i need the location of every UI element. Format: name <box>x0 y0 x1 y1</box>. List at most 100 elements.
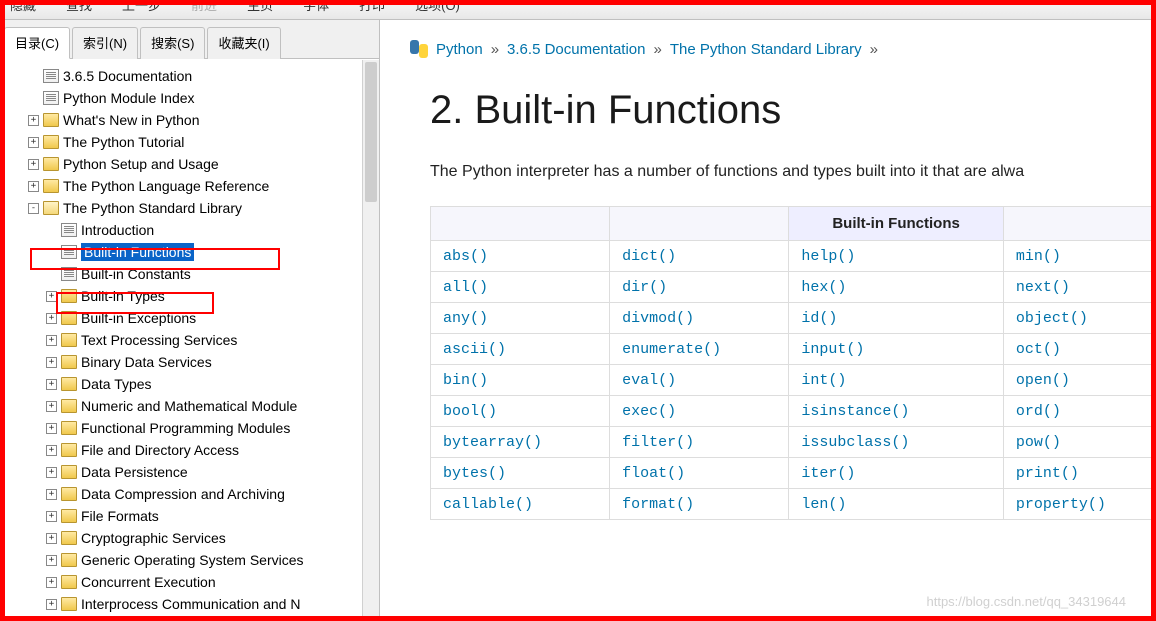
toolbar-item[interactable]: 主页 <box>247 0 273 12</box>
function-link[interactable]: ascii() <box>443 341 506 358</box>
tree-node[interactable]: Built-in Constants <box>2 263 377 285</box>
breadcrumb-stdlib[interactable]: The Python Standard Library <box>670 41 862 58</box>
function-link[interactable]: next() <box>1016 279 1070 296</box>
function-link[interactable]: bytes() <box>443 465 506 482</box>
function-link[interactable]: print() <box>1016 465 1079 482</box>
tree-node[interactable]: Built-in Functions <box>2 241 377 263</box>
tree-node[interactable]: +File and Directory Access <box>2 439 377 461</box>
expand-icon[interactable]: + <box>46 467 57 478</box>
function-link[interactable]: id() <box>801 310 837 327</box>
tree-node[interactable]: 3.6.5 Documentation <box>2 65 377 87</box>
toolbar-item[interactable]: 选项(O) <box>415 0 460 12</box>
function-link[interactable]: any() <box>443 310 488 327</box>
scrollbar-thumb[interactable] <box>365 62 377 202</box>
function-link[interactable]: dict() <box>622 248 676 265</box>
tree-node[interactable]: +Text Processing Services <box>2 329 377 351</box>
sidebar-tab[interactable]: 索引(N) <box>72 27 138 59</box>
scrollbar[interactable] <box>362 60 379 621</box>
function-link[interactable]: ord() <box>1016 403 1061 420</box>
expand-icon[interactable]: + <box>46 445 57 456</box>
function-link[interactable]: input() <box>801 341 864 358</box>
expand-icon[interactable]: + <box>46 357 57 368</box>
function-link[interactable]: dir() <box>622 279 667 296</box>
tree-node[interactable]: +Generic Operating System Services <box>2 549 377 571</box>
function-link[interactable]: all() <box>443 279 488 296</box>
toolbar-item[interactable]: 前进 <box>191 0 217 12</box>
breadcrumb-docs[interactable]: 3.6.5 Documentation <box>507 41 645 58</box>
expand-icon[interactable]: + <box>46 489 57 500</box>
function-link[interactable]: eval() <box>622 372 676 389</box>
tree-node[interactable]: +Built-in Exceptions <box>2 307 377 329</box>
tree-node[interactable]: + Built-in Types <box>2 285 377 307</box>
tree-node[interactable]: +The Python Tutorial <box>2 131 377 153</box>
function-link[interactable]: open() <box>1016 372 1070 389</box>
function-link[interactable]: bin() <box>443 372 488 389</box>
function-link[interactable]: callable() <box>443 496 533 513</box>
function-link[interactable]: filter() <box>622 434 694 451</box>
function-link[interactable]: property() <box>1016 496 1106 513</box>
tree-node[interactable]: +The Python Language Reference <box>2 175 377 197</box>
expand-icon[interactable]: + <box>28 181 39 192</box>
function-link[interactable]: min() <box>1016 248 1061 265</box>
tree-node[interactable]: +What's New in Python <box>2 109 377 131</box>
expand-icon[interactable]: + <box>46 401 57 412</box>
expand-icon[interactable]: + <box>46 335 57 346</box>
expand-icon[interactable]: + <box>46 599 57 610</box>
tree-node[interactable]: +Python Setup and Usage <box>2 153 377 175</box>
function-link[interactable]: oct() <box>1016 341 1061 358</box>
function-link[interactable]: int() <box>801 372 846 389</box>
expand-icon[interactable]: + <box>46 379 57 390</box>
function-link[interactable]: object() <box>1016 310 1088 327</box>
function-link[interactable]: isinstance() <box>801 403 909 420</box>
expand-icon[interactable]: + <box>46 555 57 566</box>
tree-node[interactable]: +Data Types <box>2 373 377 395</box>
function-link[interactable]: enumerate() <box>622 341 721 358</box>
expand-icon[interactable]: + <box>46 313 57 324</box>
tree-node-label: Built-in Types <box>81 288 165 304</box>
toolbar-item[interactable]: 打印 <box>359 0 385 12</box>
toolbar-item[interactable]: 上一步 <box>122 0 161 12</box>
collapse-icon[interactable]: - <box>28 203 39 214</box>
expand-icon[interactable]: + <box>46 291 57 302</box>
breadcrumb-python[interactable]: Python <box>436 41 483 58</box>
function-link[interactable]: bool() <box>443 403 497 420</box>
toolbar-item[interactable]: 字体 <box>303 0 329 12</box>
function-link[interactable]: bytearray() <box>443 434 542 451</box>
tree-node[interactable]: +Binary Data Services <box>2 351 377 373</box>
tree-node[interactable]: +File Formats <box>2 505 377 527</box>
sidebar-tab[interactable]: 收藏夹(I) <box>207 27 280 59</box>
tree-node[interactable]: -The Python Standard Library <box>2 197 377 219</box>
function-link[interactable]: format() <box>622 496 694 513</box>
sidebar-tab[interactable]: 搜索(S) <box>140 27 205 59</box>
tree-node[interactable]: +Data Persistence <box>2 461 377 483</box>
tree-node[interactable]: Python Module Index <box>2 87 377 109</box>
function-link[interactable]: iter() <box>801 465 855 482</box>
function-link[interactable]: issubclass() <box>801 434 909 451</box>
expand-icon[interactable]: + <box>46 423 57 434</box>
tree-node[interactable]: Introduction <box>2 219 377 241</box>
toolbar-item[interactable]: 隐藏 <box>10 0 36 12</box>
toolbar-item[interactable]: 查找 <box>66 0 92 12</box>
function-link[interactable]: divmod() <box>622 310 694 327</box>
table-cell: help() <box>789 241 1003 272</box>
function-link[interactable]: pow() <box>1016 434 1061 451</box>
expand-icon[interactable]: + <box>28 137 39 148</box>
tree-node[interactable]: +Cryptographic Services <box>2 527 377 549</box>
function-link[interactable]: help() <box>801 248 855 265</box>
sidebar-tab[interactable]: 目录(C) <box>4 27 70 59</box>
expand-icon[interactable]: + <box>28 159 39 170</box>
expand-icon[interactable]: + <box>28 115 39 126</box>
tree-node[interactable]: +Data Compression and Archiving <box>2 483 377 505</box>
function-link[interactable]: hex() <box>801 279 846 296</box>
function-link[interactable]: len() <box>801 496 846 513</box>
expand-icon[interactable]: + <box>46 533 57 544</box>
function-link[interactable]: float() <box>622 465 685 482</box>
tree-node[interactable]: +Concurrent Execution <box>2 571 377 593</box>
tree-node[interactable]: +Numeric and Mathematical Module <box>2 395 377 417</box>
tree-node[interactable]: +Interprocess Communication and N <box>2 593 377 615</box>
expand-icon[interactable]: + <box>46 511 57 522</box>
function-link[interactable]: exec() <box>622 403 676 420</box>
function-link[interactable]: abs() <box>443 248 488 265</box>
expand-icon[interactable]: + <box>46 577 57 588</box>
tree-node[interactable]: +Functional Programming Modules <box>2 417 377 439</box>
